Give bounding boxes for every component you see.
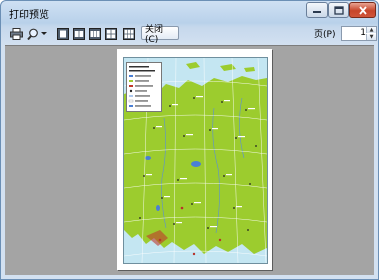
maximize-icon [333, 5, 344, 15]
window-title: 打印预览 [9, 10, 49, 21]
three-page-button[interactable] [88, 26, 101, 41]
magnifier-icon [27, 28, 38, 40]
page-number-spinner[interactable]: 1 ▲ ▼ [341, 26, 377, 41]
close-preview-label: 关闭(C) [145, 24, 164, 45]
one-page-button[interactable] [56, 26, 69, 41]
spinner-down-button[interactable]: ▼ [366, 34, 376, 40]
two-page-icon [72, 27, 85, 40]
legend-graphic [128, 66, 155, 107]
print-button[interactable] [9, 26, 23, 41]
six-page-icon [122, 27, 135, 40]
four-page-button[interactable] [104, 26, 117, 41]
zoom-button[interactable] [27, 26, 39, 41]
close-icon [358, 5, 367, 15]
preview-page [117, 49, 272, 270]
close-window-button[interactable] [349, 2, 376, 18]
zoom-dropdown-button[interactable] [40, 26, 47, 41]
page-number-value[interactable]: 1 [344, 28, 366, 38]
toolbar: 关闭(C) 页(P) 1 ▲ ▼ [5, 25, 377, 45]
close-preview-button[interactable]: 关闭(C) [141, 25, 179, 45]
minimize-button[interactable] [306, 2, 328, 18]
four-page-icon [104, 27, 117, 40]
minimize-icon [313, 11, 321, 13]
chevron-down-icon [40, 32, 47, 35]
map-legend [126, 62, 162, 112]
map-image [123, 57, 268, 264]
maximize-button[interactable] [328, 2, 349, 18]
printer-icon [9, 27, 23, 40]
three-page-icon [88, 27, 101, 40]
six-page-button[interactable] [122, 26, 135, 41]
one-page-icon [56, 27, 69, 40]
spinner-up-button[interactable]: ▲ [366, 27, 376, 33]
print-preview-window: 打印预览 关闭(C) 页(P) 1 ▲ ▼ [0, 0, 379, 280]
two-page-button[interactable] [72, 26, 85, 41]
page-label: 页(P) [314, 30, 336, 40]
preview-area[interactable] [5, 45, 374, 275]
title-bar[interactable]: 打印预览 [1, 1, 378, 23]
